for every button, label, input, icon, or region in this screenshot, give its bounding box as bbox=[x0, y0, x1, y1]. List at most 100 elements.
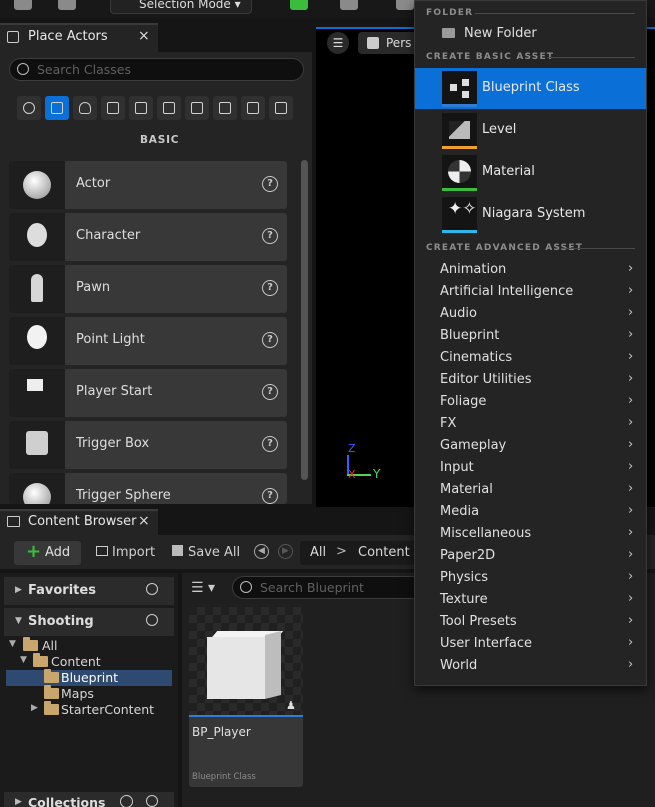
tree-item-maps[interactable]: Maps bbox=[6, 685, 172, 702]
clock-icon bbox=[23, 102, 35, 114]
shooting-label: Shooting bbox=[28, 614, 94, 629]
visual-effects-category-button[interactable] bbox=[129, 96, 153, 120]
point-light-list-item[interactable]: Point Light ? bbox=[9, 317, 287, 365]
material-submenu-item[interactable]: Material › bbox=[415, 480, 646, 502]
media-menu-item[interactable]: Media › bbox=[415, 502, 646, 524]
user-interface-menu-item[interactable]: User Interface › bbox=[415, 634, 646, 656]
search-icon[interactable] bbox=[146, 795, 158, 807]
folder-icon bbox=[44, 669, 59, 683]
cinematics-toolbar-icon[interactable] bbox=[396, 0, 414, 10]
input-menu-item[interactable]: Input › bbox=[415, 458, 646, 480]
tree-item-blueprint[interactable]: Blueprint bbox=[6, 669, 172, 686]
recent-category-button[interactable] bbox=[17, 96, 41, 120]
save-all-button[interactable]: Save All bbox=[172, 545, 240, 560]
character-list-item[interactable]: Character ? bbox=[9, 213, 287, 261]
tree-item-content[interactable]: ▼ Content bbox=[6, 653, 172, 670]
favorites-section[interactable]: ▶ Favorites bbox=[4, 577, 174, 605]
tree-item-all[interactable]: ▼ All bbox=[6, 637, 172, 654]
cinematic-category-button[interactable] bbox=[101, 96, 125, 120]
forward-button[interactable]: ▶ bbox=[278, 544, 293, 559]
search-classes-input[interactable]: Search Classes bbox=[9, 58, 304, 81]
tree-item-starter-content[interactable]: ▶ StarterContent bbox=[6, 701, 172, 718]
blueprint-toolbar-icon[interactable] bbox=[340, 0, 358, 10]
help-icon[interactable]: ? bbox=[262, 436, 278, 452]
content-browser-title: Content Browser bbox=[28, 514, 137, 529]
audio-menu-item[interactable]: Audio › bbox=[415, 304, 646, 326]
add-button[interactable]: + Add bbox=[14, 541, 81, 565]
effects-category-button[interactable] bbox=[185, 96, 209, 120]
level-menu-item[interactable]: Level bbox=[415, 110, 646, 151]
asset-thumbnail: ♟ bbox=[189, 607, 303, 717]
chevron-right-icon: › bbox=[628, 261, 634, 276]
add-collection-icon[interactable] bbox=[120, 795, 133, 807]
cinematics-menu-item[interactable]: Cinematics › bbox=[415, 348, 646, 370]
miscellaneous-menu-item[interactable]: Miscellaneous › bbox=[415, 524, 646, 546]
chevron-right-icon: › bbox=[628, 371, 634, 386]
add-actor-icon[interactable] bbox=[290, 0, 308, 10]
help-icon[interactable]: ? bbox=[262, 488, 278, 504]
menu-item-label: Input bbox=[440, 460, 474, 475]
shooting-section[interactable]: ▼ Shooting bbox=[4, 608, 174, 636]
place-actors-scrollbar[interactable] bbox=[301, 160, 308, 480]
world-menu-item[interactable]: World › bbox=[415, 656, 646, 678]
menu-item-label: Material bbox=[440, 482, 493, 497]
basic-category-button[interactable] bbox=[45, 96, 69, 120]
blueprint-class-menu-item[interactable]: Blueprint Class bbox=[415, 68, 646, 109]
tree-item-label: Maps bbox=[61, 686, 94, 701]
content-browser-close-button[interactable]: × bbox=[138, 513, 150, 529]
niagara-system-menu-item[interactable]: ✦✧ Niagara System bbox=[415, 194, 646, 235]
breadcrumb-separator[interactable]: > bbox=[336, 544, 347, 559]
trigger-sphere-list-item[interactable]: Trigger Sphere ? bbox=[9, 473, 287, 504]
help-icon[interactable]: ? bbox=[262, 228, 278, 244]
shapes-category-button[interactable] bbox=[241, 96, 265, 120]
search-icon[interactable] bbox=[146, 583, 158, 595]
back-button[interactable]: ◀ bbox=[254, 544, 269, 559]
new-folder-menu-item[interactable]: New Folder bbox=[415, 23, 646, 45]
media-icon bbox=[163, 102, 175, 114]
help-icon[interactable]: ? bbox=[262, 384, 278, 400]
tool-presets-menu-item[interactable]: Tool Presets › bbox=[415, 612, 646, 634]
pawn-list-item[interactable]: Pawn ? bbox=[9, 265, 287, 313]
fx-menu-item[interactable]: FX › bbox=[415, 414, 646, 436]
help-icon[interactable]: ? bbox=[262, 280, 278, 296]
chevron-right-icon: › bbox=[628, 481, 634, 496]
all-classes-category-button[interactable] bbox=[269, 96, 293, 120]
search-blueprint-input[interactable]: Search Blueprint bbox=[232, 576, 422, 599]
cube-icon bbox=[135, 102, 147, 114]
animation-menu-item[interactable]: Animation › bbox=[415, 260, 646, 282]
asset-tile-bp-player[interactable]: ♟ BP_Player Blueprint Class bbox=[189, 607, 303, 787]
cube-icon bbox=[367, 37, 379, 49]
trigger-box-list-item[interactable]: Trigger Box ? bbox=[9, 421, 287, 469]
tree-item-label: All bbox=[42, 638, 58, 653]
player-start-list-item[interactable]: Player Start ? bbox=[9, 369, 287, 417]
lights-category-button[interactable] bbox=[73, 96, 97, 120]
clapper-icon bbox=[107, 102, 119, 114]
selection-mode-dropdown[interactable]: Selection Mode ▾ bbox=[110, 0, 252, 14]
filter-icon[interactable]: ☰ ▾ bbox=[191, 580, 215, 596]
viewport-options-button[interactable]: ☰ bbox=[327, 32, 349, 54]
content-drawer-icon[interactable] bbox=[58, 0, 76, 10]
artificial-intelligence-menu-item[interactable]: Artificial Intelligence › bbox=[415, 282, 646, 304]
help-icon[interactable]: ? bbox=[262, 176, 278, 192]
blueprint-menu-item[interactable]: Blueprint › bbox=[415, 326, 646, 348]
breadcrumb-content[interactable]: Content bbox=[358, 545, 410, 560]
breadcrumb-all[interactable]: All bbox=[310, 545, 326, 560]
geometry-category-button[interactable] bbox=[157, 96, 181, 120]
paper2d-menu-item[interactable]: Paper2D › bbox=[415, 546, 646, 568]
import-button[interactable]: Import bbox=[96, 545, 155, 560]
search-icon[interactable] bbox=[146, 614, 158, 626]
chevron-right-icon: › bbox=[628, 503, 634, 518]
actor-list-item[interactable]: Actor ? bbox=[9, 161, 287, 209]
help-icon[interactable]: ? bbox=[262, 332, 278, 348]
material-menu-item[interactable]: Material bbox=[415, 152, 646, 193]
gameplay-menu-item[interactable]: Gameplay › bbox=[415, 436, 646, 458]
place-actors-close-button[interactable]: × bbox=[138, 28, 150, 44]
physics-menu-item[interactable]: Physics › bbox=[415, 568, 646, 590]
basic-section-label: BASIC bbox=[140, 134, 180, 146]
perspective-button[interactable]: Pers bbox=[358, 32, 418, 54]
texture-menu-item[interactable]: Texture › bbox=[415, 590, 646, 612]
editor-utilities-menu-item[interactable]: Editor Utilities › bbox=[415, 370, 646, 392]
volumes-category-button[interactable] bbox=[213, 96, 237, 120]
foliage-menu-item[interactable]: Foliage › bbox=[415, 392, 646, 414]
save-icon[interactable] bbox=[14, 0, 32, 10]
